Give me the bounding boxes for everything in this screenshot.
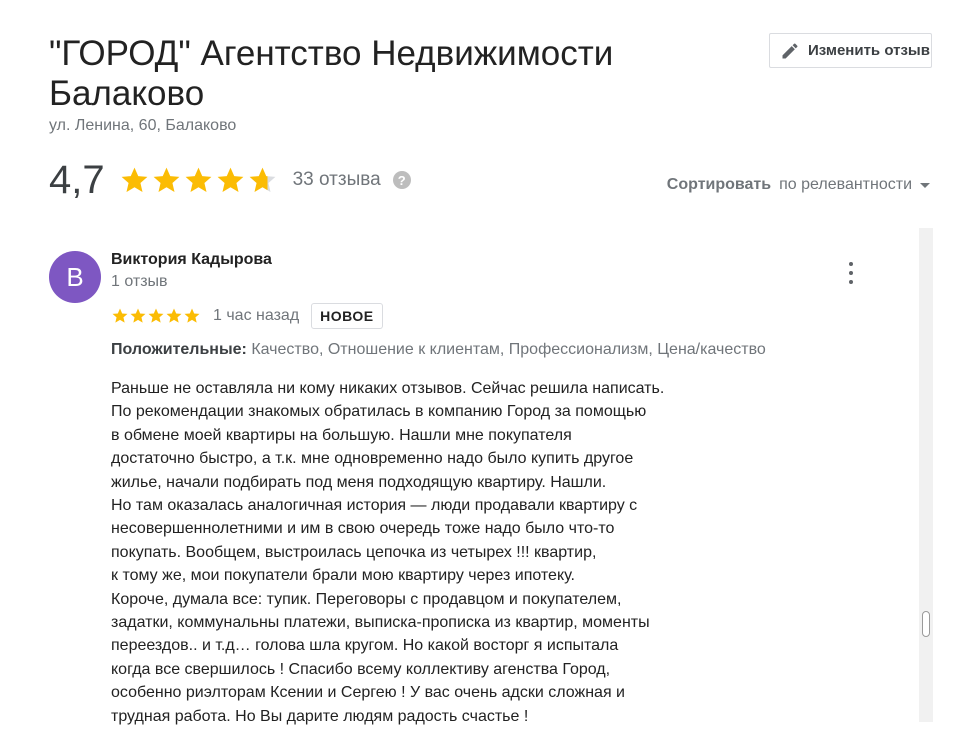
review-text: Раньше не оставляла ни кому никаких отзы… xyxy=(111,377,731,728)
review-text-line: переездов.. и т.д… голова шла кругом. Но… xyxy=(111,637,619,655)
review-text-line: покупать. Вообщем, выстроилась цепочка и… xyxy=(111,543,597,561)
sort-dropdown[interactable]: Сортировать по релевантности xyxy=(667,176,930,194)
review-text-line: Раньше не оставляла ни кому никаких отзы… xyxy=(111,380,665,397)
scrollbar-thumb[interactable] xyxy=(922,611,930,637)
review-text-line: когда все свершилось ! Спасибо всему кол… xyxy=(111,660,611,678)
star-icon xyxy=(112,308,128,323)
more-options-icon[interactable] xyxy=(845,262,857,284)
average-rating: 4,7 xyxy=(49,157,105,202)
star-icon xyxy=(166,308,182,323)
help-icon[interactable]: ? xyxy=(392,171,411,189)
sort-value: по релевантности xyxy=(779,176,912,193)
review-count-link[interactable]: 33 отзыва xyxy=(293,169,381,191)
star-icon xyxy=(185,167,212,192)
review-author-meta: 1 отзыв xyxy=(111,273,168,290)
star-icon xyxy=(153,167,180,192)
review-time: 1 час назад xyxy=(213,307,300,324)
review-text-line: особенно риэлторам Ксении и Сергею ! У в… xyxy=(111,684,625,702)
review-text-line: к тому же, мои покупатели брали мою квар… xyxy=(111,567,575,585)
review-text-line: По рекомендации знакомых обратилась в ко… xyxy=(111,403,647,421)
new-badge: НОВОЕ xyxy=(311,303,383,329)
star-icon xyxy=(249,167,276,192)
positives-value: Качество, Отношение к клиентам, Професси… xyxy=(251,341,766,358)
star-icon xyxy=(121,167,148,192)
place-title: "ГОРОД" Агентство Недвижимости Балаково xyxy=(49,34,614,113)
star-icon xyxy=(130,308,146,323)
review-positives: Положительные: Качество, Отношение к кли… xyxy=(111,341,766,359)
review-text-line: в обмене моей квартиры на большую. Нашли… xyxy=(111,426,572,444)
review-text-line: несовершеннолетними и им в свою очередь … xyxy=(111,520,615,538)
edit-review-label: Изменить отзыв xyxy=(808,42,930,59)
review-text-line: задатки, коммунальны платежи, выписка-пр… xyxy=(111,614,650,632)
reviews-panel: "ГОРОД" Агентство Недвижимости Балаково … xyxy=(0,0,956,756)
star-icon xyxy=(148,308,164,323)
rating-summary: 4,7 33 отзыва ? xyxy=(49,155,411,205)
sort-label: Сортировать xyxy=(666,176,772,193)
place-address: ул. Ленина, 60, Балаково xyxy=(49,117,237,134)
review-stars xyxy=(111,307,201,325)
positives-label: Положительные: xyxy=(111,341,247,358)
edit-review-button[interactable]: Изменить отзыв xyxy=(769,33,932,68)
average-rating-stars xyxy=(119,165,279,196)
review-text-line: достаточно быстро, а т.к. мне одновремен… xyxy=(111,450,634,468)
star-icon xyxy=(184,308,200,323)
review-text-line: жилье, начали подбирать под меня подходя… xyxy=(111,473,607,491)
scrollbar-track[interactable] xyxy=(919,228,933,722)
avatar[interactable]: В xyxy=(49,251,101,303)
review-author[interactable]: Виктория Кадырова xyxy=(111,251,272,269)
review-text-line: Короче, думала все: тупик. Переговоры с … xyxy=(111,590,622,608)
review-text-line: Но там оказалась аналогичная история — л… xyxy=(111,497,638,515)
chevron-down-icon xyxy=(920,182,930,188)
review-rating: 1 час назад НОВОЕ xyxy=(111,302,383,330)
pencil-icon xyxy=(782,42,798,58)
star-icon xyxy=(217,167,244,192)
review-text-line: трудная работа. Но Вы дарите людям радос… xyxy=(111,707,529,725)
